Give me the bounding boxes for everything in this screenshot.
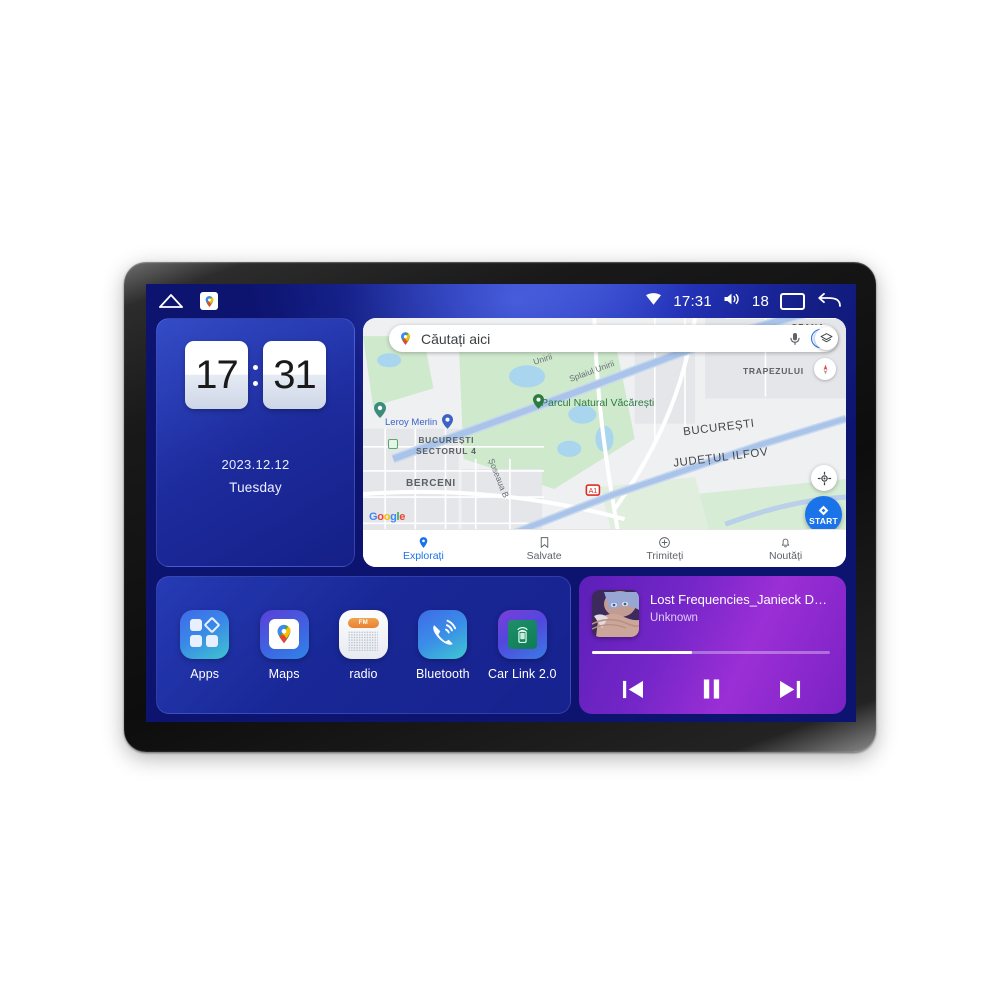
start-label: START — [809, 515, 838, 526]
map-tab-label: Salvate — [526, 549, 562, 562]
map-tab-explorati[interactable]: Explorați — [363, 536, 484, 562]
microphone-icon[interactable] — [787, 331, 803, 347]
apps-grid-icon — [180, 609, 230, 659]
google-maps-icon — [259, 609, 309, 659]
app-label: radio — [349, 666, 378, 681]
recents-icon[interactable] — [780, 292, 805, 310]
playback-controls — [592, 678, 830, 704]
track-artist: Unknown — [650, 612, 698, 624]
app-label: Maps — [268, 666, 300, 681]
map-pin-park-icon — [533, 394, 544, 409]
home-icon[interactable] — [158, 292, 184, 310]
app-maps[interactable]: Maps — [247, 609, 321, 681]
maps-widget[interactable]: A1 Unirii Splaiul Unirii OZANA TRAPEZULU… — [363, 318, 846, 567]
status-bar: 17:31 18 — [146, 284, 856, 318]
previous-track-icon[interactable] — [621, 679, 644, 700]
bookmark-icon — [540, 536, 548, 548]
playback-progress-bar[interactable] — [592, 651, 830, 654]
map-search-bar[interactable]: Căutați aici — [389, 325, 838, 352]
speaker-grille — [348, 631, 379, 651]
app-label: Bluetooth — [415, 666, 470, 681]
fm-radio-icon: FM — [338, 609, 388, 659]
map-layers-icon[interactable] — [815, 327, 838, 350]
bluetooth-phone-icon — [418, 609, 468, 659]
next-track-icon[interactable] — [779, 679, 802, 700]
app-apps[interactable]: Apps — [168, 609, 242, 681]
google-maps-icon[interactable] — [200, 292, 218, 310]
clock-hours: 17 — [185, 341, 248, 409]
car-link-icon — [497, 609, 547, 659]
app-dock: Apps Maps FM radio Bluetooth Car Link 2.… — [156, 576, 571, 714]
map-search-placeholder: Căutați aici — [421, 330, 491, 347]
map-tab-trimiteti[interactable]: Trimiteți — [605, 536, 726, 562]
google-maps-pin-icon — [401, 332, 410, 345]
my-location-icon[interactable] — [811, 465, 837, 491]
clock-weekday: Tuesday — [229, 480, 282, 495]
map-tab-label: Noutăți — [768, 549, 803, 562]
send-to-icon — [659, 536, 671, 548]
playback-progress-fill — [592, 651, 692, 654]
music-player-widget[interactable]: Lost Frequencies_Janieck Devy-... Unknow… — [579, 576, 846, 714]
bottom-row: Apps Maps FM radio Bluetooth Car Link 2.… — [156, 576, 846, 714]
wifi-icon — [645, 292, 662, 311]
clock-minutes: 31 — [263, 341, 326, 409]
map-tab-noutati[interactable]: Noutăți — [725, 536, 846, 562]
status-time: 17:31 — [673, 292, 712, 310]
clock-date: 2023.12.12 — [221, 457, 290, 472]
fm-badge: FM — [347, 618, 379, 628]
bell-icon — [781, 538, 790, 547]
map-pin-icon — [374, 402, 386, 418]
clock-widget[interactable]: 17 31 2023.12.12 Tuesday — [156, 318, 355, 567]
top-row: 17 31 2023.12.12 Tuesday A1 Unirii Splai… — [156, 318, 846, 567]
map-tab-label: Explorați — [402, 549, 444, 562]
compass-icon[interactable] — [814, 358, 836, 380]
map-tab-salvate[interactable]: Salvate — [484, 536, 605, 562]
start-navigation-button[interactable]: START — [805, 496, 842, 533]
album-art — [592, 590, 639, 637]
google-logo: Google — [369, 511, 406, 523]
app-bluetooth[interactable]: Bluetooth — [406, 609, 480, 681]
track-title: Lost Frequencies_Janieck Devy-... — [650, 592, 830, 607]
map-pin-poi-icon — [442, 414, 453, 429]
explore-pin-icon — [419, 536, 428, 548]
map-poi-marker — [388, 439, 398, 449]
volume-level: 18 — [751, 292, 769, 310]
screen: 17:31 18 17 31 2023.12.12 Tuesday A1 Uni… — [146, 284, 856, 722]
volume-icon[interactable] — [723, 292, 741, 311]
home-content: 17 31 2023.12.12 Tuesday A1 Unirii Splai… — [146, 318, 856, 722]
map-bottom-nav: Explorați Salvate Trimiteți Noutăți — [363, 529, 846, 567]
svg-text:A1: A1 — [589, 488, 598, 495]
car-head-unit-device: 17:31 18 17 31 2023.12.12 Tuesday A1 Uni… — [124, 262, 876, 752]
pause-icon[interactable] — [701, 678, 722, 700]
map-tab-label: Trimiteți — [646, 549, 684, 562]
app-label: Car Link 2.0 — [487, 666, 557, 681]
app-label: Apps — [190, 666, 220, 681]
app-radio[interactable]: FM radio — [326, 609, 400, 681]
app-car-link[interactable]: Car Link 2.0 — [485, 609, 559, 681]
flip-clock: 17 31 — [185, 341, 326, 409]
back-icon[interactable] — [816, 292, 842, 310]
clock-colon — [253, 364, 258, 386]
